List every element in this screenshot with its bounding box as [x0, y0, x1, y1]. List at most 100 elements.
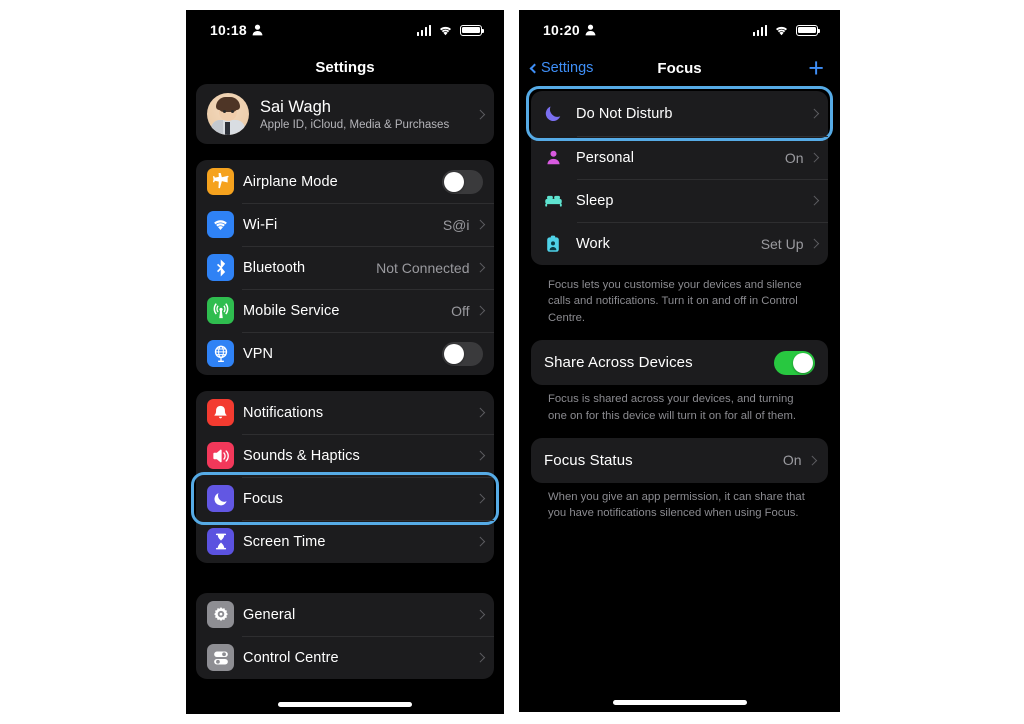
- row-share-across-devices[interactable]: Share Across Devices: [531, 340, 828, 385]
- sliders-icon: [207, 644, 234, 671]
- back-label: Settings: [541, 60, 594, 76]
- status-bar-left: 10:18: [186, 10, 504, 50]
- share-across-devices-group: Share Across Devices: [531, 340, 828, 386]
- status-left-cluster: 10:20: [543, 22, 596, 38]
- airplane-mode-toggle[interactable]: [442, 169, 483, 194]
- screenshot-canvas: 10:18 Settings Sai Wagh Apple ID, iCloud…: [0, 0, 1024, 724]
- phone-right-focus: 10:20 Settings Focus + Do Not Disturb Pe…: [519, 10, 840, 712]
- status-time: 10:20: [543, 22, 580, 38]
- row-label: Focus Status: [544, 451, 633, 469]
- chevron-left-icon: [529, 63, 540, 73]
- cellular-bars-icon: [752, 24, 767, 36]
- cellular-antenna-icon: [207, 297, 234, 324]
- account-name: Sai Wagh: [260, 98, 331, 117]
- chevron-right-icon: [809, 238, 819, 249]
- chevron-right-icon: [475, 262, 485, 273]
- row-do-not-disturb[interactable]: Do Not Disturb: [526, 86, 833, 141]
- chevron-right-icon: [809, 152, 819, 163]
- row-notifications[interactable]: Notifications: [196, 391, 494, 434]
- person-icon: [585, 24, 596, 36]
- add-focus-button[interactable]: +: [808, 54, 824, 82]
- gear-icon: [207, 601, 234, 628]
- row-value: Not Connected: [376, 259, 470, 276]
- nav-bar-focus: Settings Focus +: [519, 50, 840, 86]
- cellular-bars-icon: [416, 24, 431, 36]
- status-left-cluster: 10:18: [210, 22, 263, 38]
- row-control-centre[interactable]: Control Centre: [196, 636, 494, 679]
- person-icon: [252, 24, 263, 36]
- row-label: Notifications: [243, 404, 324, 421]
- row-label: VPN: [243, 345, 274, 362]
- bed-icon: [542, 187, 564, 214]
- phone-left-settings: 10:18 Settings Sai Wagh Apple ID, iCloud…: [186, 10, 504, 714]
- account-text: Sai Wagh Apple ID, iCloud, Media & Purch…: [260, 97, 477, 131]
- back-to-settings-button[interactable]: Settings: [529, 60, 594, 76]
- row-label: Wi-Fi: [243, 216, 278, 233]
- row-bluetooth[interactable]: Bluetooth Not Connected: [196, 246, 494, 289]
- row-label: Do Not Disturb: [576, 105, 673, 122]
- battery-icon: [796, 24, 821, 36]
- row-mobile-service[interactable]: Mobile Service Off: [196, 289, 494, 332]
- chevron-right-icon: [807, 455, 817, 465]
- row-label: Bluetooth: [243, 259, 306, 276]
- account-subtitle: Apple ID, iCloud, Media & Purchases: [260, 118, 450, 131]
- row-airplane-mode[interactable]: Airplane Mode: [196, 160, 494, 203]
- row-wifi[interactable]: Wi-Fi S@i: [196, 203, 494, 246]
- chevron-right-icon: [475, 536, 485, 547]
- chevron-right-icon: [475, 493, 485, 504]
- chevron-right-icon: [475, 609, 485, 620]
- chevron-right-icon: [475, 305, 485, 316]
- wifi-icon: [438, 25, 453, 36]
- home-indicator-right[interactable]: [612, 700, 747, 705]
- vpn-globe-icon: [207, 340, 234, 367]
- moon-icon: [207, 485, 234, 512]
- settings-content: Sai Wagh Apple ID, iCloud, Media & Purch…: [186, 84, 504, 679]
- chevron-right-icon: [475, 450, 485, 461]
- notifications-group: Notifications Sounds & Haptics Focus Scr…: [191, 391, 499, 563]
- bell-icon: [207, 399, 234, 426]
- status-footnote: When you give an app permission, it can …: [548, 490, 805, 520]
- vpn-toggle[interactable]: [442, 341, 483, 366]
- chevron-right-icon: [475, 652, 485, 663]
- row-label: Mobile Service: [243, 302, 340, 319]
- home-indicator-left[interactable]: [278, 702, 412, 707]
- share-across-devices-toggle[interactable]: [774, 350, 815, 375]
- chevron-right-icon: [475, 109, 485, 119]
- airplane-icon: [207, 168, 234, 195]
- badge-icon: [542, 230, 564, 257]
- focus-status-group: Focus Status On: [531, 437, 828, 483]
- battery-icon: [460, 24, 485, 36]
- row-work[interactable]: Work Set Up: [531, 222, 828, 265]
- row-value: Set Up: [760, 235, 804, 252]
- row-general[interactable]: General: [196, 593, 494, 636]
- row-sleep[interactable]: Sleep: [531, 179, 828, 222]
- row-screen-time[interactable]: Screen Time: [196, 520, 494, 563]
- connectivity-group: Airplane Mode Wi-Fi S@i Bluetooth Not Co…: [196, 160, 494, 375]
- row-vpn[interactable]: VPN: [196, 332, 494, 375]
- chevron-right-icon: [475, 219, 485, 230]
- wifi-icon: [207, 211, 234, 238]
- status-right-cluster: [752, 24, 821, 36]
- row-focus[interactable]: Focus: [191, 472, 499, 525]
- row-focus-status[interactable]: Focus Status On: [531, 438, 828, 483]
- row-value: S@i: [442, 216, 470, 233]
- row-value: Off: [451, 302, 470, 319]
- focus-modes-group: Do Not Disturb Personal On Sleep Work Se…: [526, 86, 833, 265]
- row-label: Personal: [576, 149, 635, 166]
- system-group: General Control Centre: [196, 593, 494, 679]
- status-right-cluster: [416, 24, 485, 36]
- row-label: Focus: [243, 490, 283, 507]
- row-label: Screen Time: [243, 533, 326, 550]
- memoji-avatar: [207, 93, 249, 135]
- row-value: On: [784, 149, 804, 166]
- row-sounds-haptics[interactable]: Sounds & Haptics: [196, 434, 494, 477]
- account-row[interactable]: Sai Wagh Apple ID, iCloud, Media & Purch…: [196, 84, 494, 144]
- row-label: Sounds & Haptics: [243, 447, 360, 464]
- hourglass-icon: [207, 528, 234, 555]
- status-bar-right: 10:20: [519, 10, 840, 50]
- row-personal[interactable]: Personal On: [531, 136, 828, 179]
- row-label: Control Centre: [243, 649, 339, 666]
- row-label: Sleep: [576, 192, 614, 209]
- focus-content: Do Not Disturb Personal On Sleep Work Se…: [519, 86, 840, 522]
- focus-footnote: Focus lets you customise your devices an…: [548, 279, 802, 324]
